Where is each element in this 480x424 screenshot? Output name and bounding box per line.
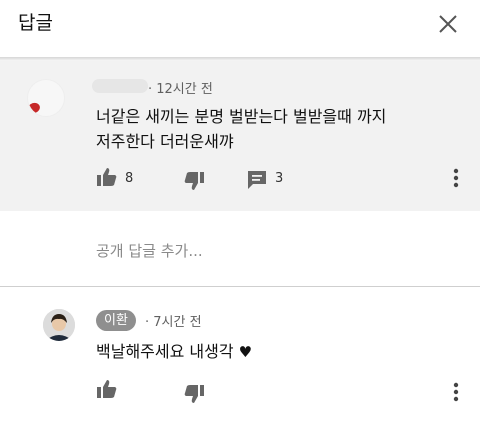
- heart-glyph: ♥: [238, 343, 253, 361]
- reply-button[interactable]: [246, 169, 268, 191]
- divider: [0, 286, 480, 287]
- comment-timestamp: · 12시간 전: [148, 82, 213, 97]
- author-name-badge[interactable]: 이환: [96, 310, 136, 331]
- redacted-author-name: [92, 79, 148, 93]
- dislike-button[interactable]: [183, 384, 205, 404]
- like-button[interactable]: [96, 167, 118, 187]
- avatar-photo-image: [43, 309, 75, 341]
- like-count: 8: [125, 171, 134, 186]
- reply-timestamp: · 7시간 전: [145, 315, 202, 330]
- more-vert-icon: [453, 168, 459, 188]
- add-reply-input[interactable]: 공개 답글 추가...: [96, 240, 203, 261]
- more-vert-icon: [453, 382, 459, 402]
- reply-text-content: 백날해주세요 내생각: [96, 342, 234, 361]
- avatar-mark: [28, 101, 42, 115]
- panel-title: 답글: [18, 12, 53, 34]
- comment-text-line-2: 저주한다 더러운새꺄: [96, 132, 234, 151]
- reply-count: 3: [275, 171, 284, 186]
- avatar[interactable]: [43, 309, 75, 341]
- more-options-button[interactable]: [450, 167, 462, 189]
- thumb-down-icon: [184, 172, 204, 190]
- parent-comment: · 12시간 전 너같은 새끼는 분명 벌받는다 벌받을때 까지 저주한다 더러…: [0, 61, 480, 211]
- dislike-button[interactable]: [183, 171, 205, 191]
- avatar[interactable]: [27, 79, 65, 117]
- more-options-button[interactable]: [450, 381, 462, 403]
- thumb-up-icon: [97, 380, 117, 398]
- comment-icon: [248, 171, 266, 189]
- close-icon[interactable]: [436, 12, 460, 36]
- reply-text: 백날해주세요 내생각 ♥: [96, 339, 252, 365]
- reply-panel-header: 답글: [0, 0, 480, 58]
- thumb-up-icon: [97, 168, 117, 186]
- like-button[interactable]: [96, 379, 118, 399]
- comment-text-line-1: 너같은 새끼는 분명 벌받는다 벌받을때 까지: [96, 107, 387, 126]
- thumb-down-icon: [184, 385, 204, 403]
